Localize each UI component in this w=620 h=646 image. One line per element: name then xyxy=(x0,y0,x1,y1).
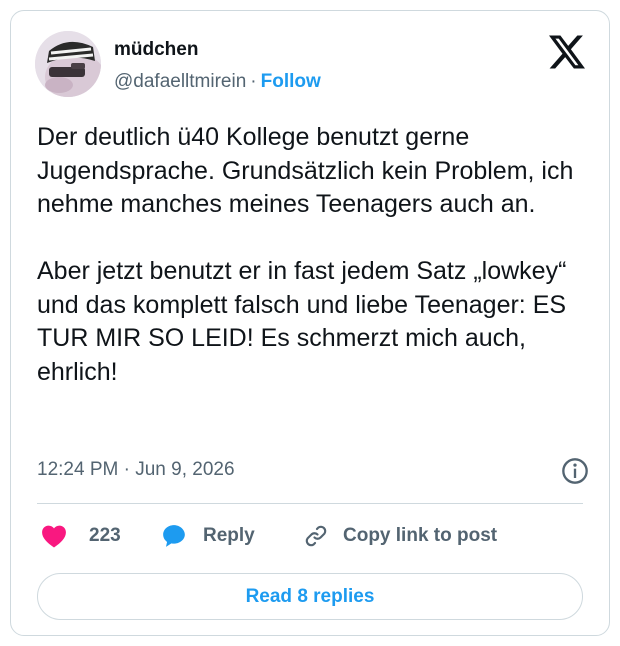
separator: · xyxy=(250,71,257,92)
author-handle[interactable]: @dafaelltmirein xyxy=(114,71,246,92)
divider xyxy=(37,503,583,504)
action-bar: 223 Reply Copy link to post xyxy=(37,516,583,556)
copy-link-label: Copy link to post xyxy=(343,525,498,546)
tweet-timestamp[interactable]: 12:24 PM · Jun 9, 2026 xyxy=(37,459,235,481)
avatar[interactable] xyxy=(35,31,101,97)
tweet-text: Der deutlich ü40 Kollege benutzt gerne J… xyxy=(37,123,574,386)
link-icon xyxy=(305,525,327,547)
reply-bubble-icon xyxy=(163,525,185,547)
heart-icon xyxy=(42,525,66,548)
avatar-image xyxy=(35,31,101,97)
author-handle-line: @dafaelltmirein · Follow xyxy=(114,71,321,93)
reply-button[interactable]: Reply xyxy=(161,516,255,556)
like-count: 223 xyxy=(89,525,121,546)
info-icon[interactable] xyxy=(561,457,589,485)
tweet-header: müdchen @dafaelltmirein · Follow xyxy=(35,31,589,101)
follow-button[interactable]: Follow xyxy=(261,71,321,92)
x-logo-icon[interactable] xyxy=(549,35,585,69)
author-name[interactable]: müdchen xyxy=(114,39,198,61)
tweet-card: müdchen @dafaelltmirein · Follow Der deutl… xyxy=(10,10,610,636)
read-replies-button[interactable]: Read 8 replies xyxy=(37,573,583,620)
reply-label: Reply xyxy=(203,525,255,546)
copy-link-button[interactable]: Copy link to post xyxy=(303,516,497,556)
like-button[interactable]: 223 xyxy=(41,516,121,556)
